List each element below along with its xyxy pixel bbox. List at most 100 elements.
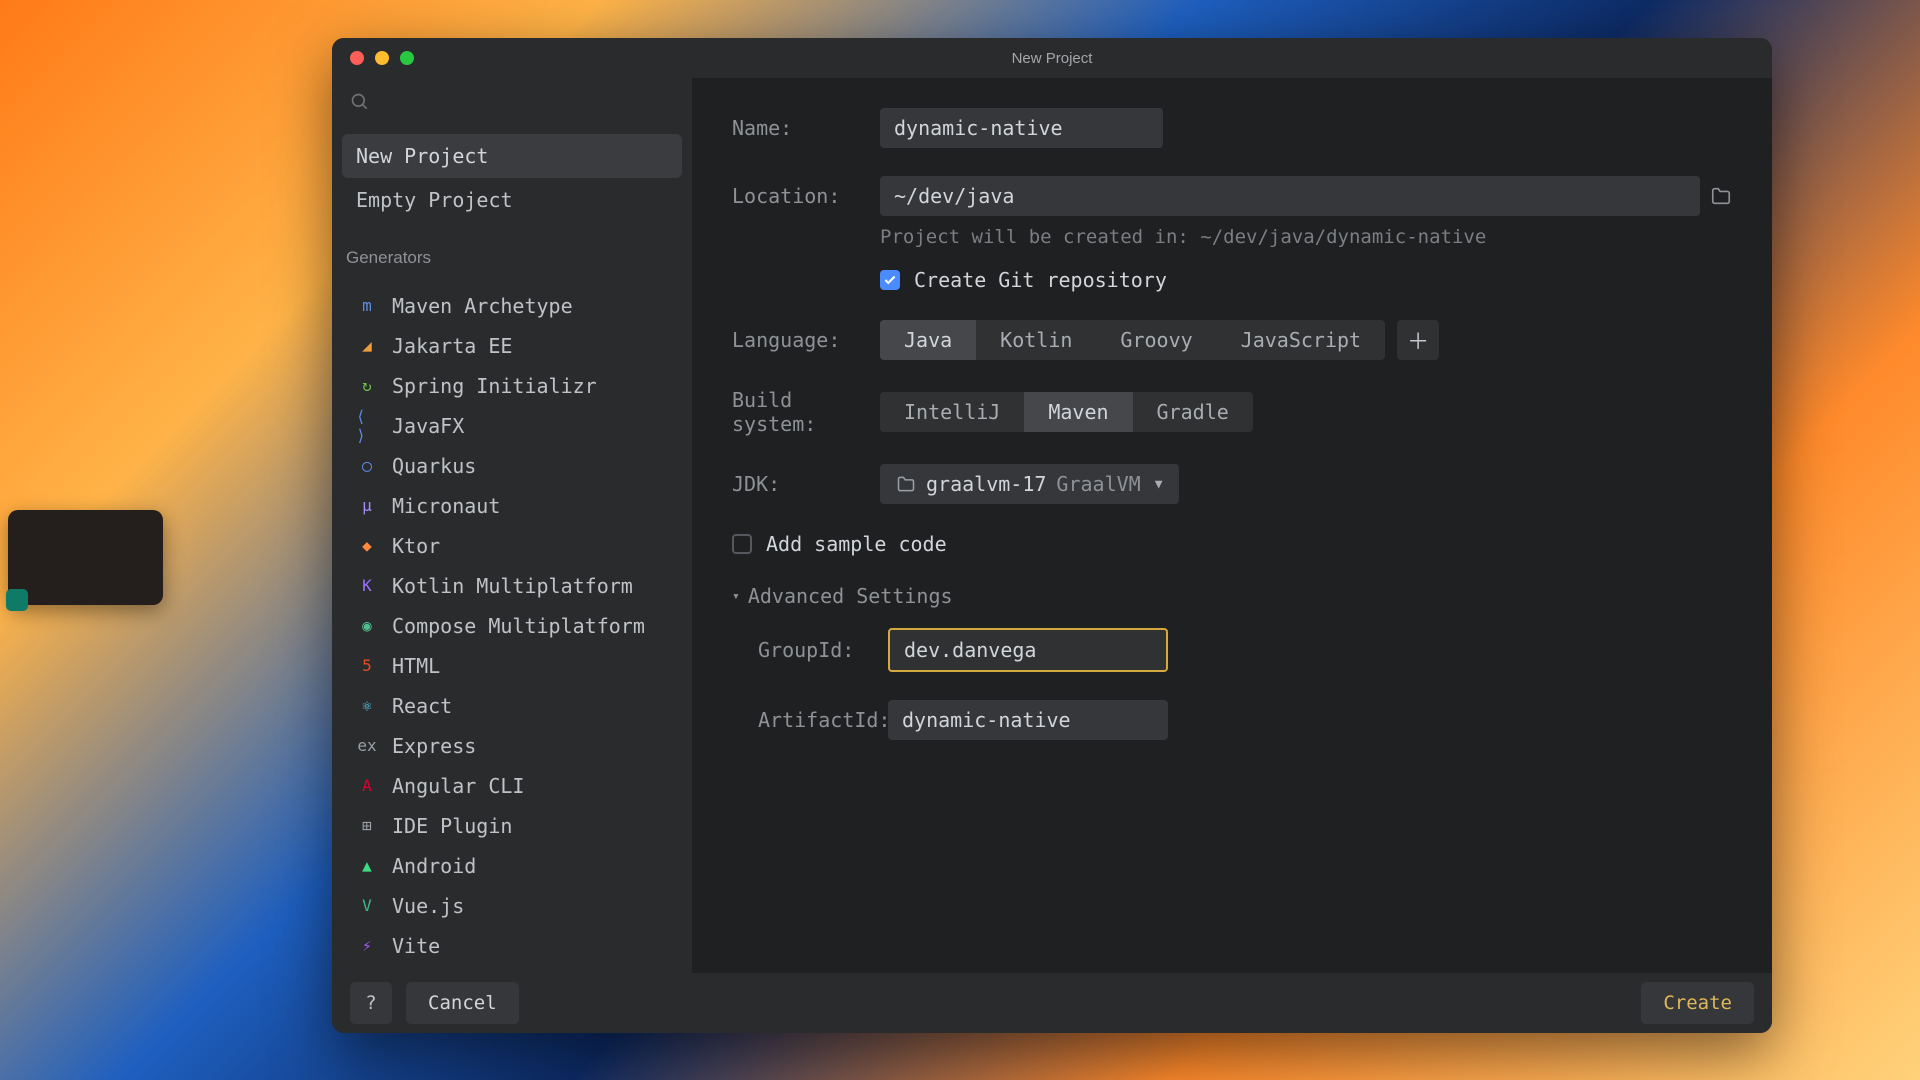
generator-icon: ⟨ ⟩ [356,415,378,437]
generator-icon: ▲ [356,855,378,877]
generator-icon: ⚛ [356,695,378,717]
build-label: Build system: [732,388,880,436]
generator-icon: μ [356,495,378,517]
generator-label: Vue.js [392,894,464,918]
segment-option[interactable]: Maven [1024,392,1132,432]
generator-item[interactable]: ⚡Vite [342,926,682,966]
generators-header: Generators [332,230,692,278]
location-label: Location: [732,184,880,208]
dialog-footer: ? Cancel Create [332,973,1772,1033]
generator-item[interactable]: ex Express [342,726,682,766]
sidebar-search[interactable] [332,78,692,126]
jdk-value: graalvm-17 [926,472,1046,496]
sample-checkbox[interactable] [732,534,752,554]
generator-label: React [392,694,452,718]
segment-option[interactable]: Groovy [1096,320,1216,360]
artifact-id-label: ArtifactId: [758,708,888,732]
git-label: Create Git repository [914,268,1167,292]
minimize-dot[interactable] [375,51,389,65]
sample-label: Add sample code [766,532,947,556]
generator-icon: ⚡ [356,935,378,957]
generator-label: HTML [392,654,440,678]
advanced-settings-toggle[interactable]: ▾ Advanced Settings [732,584,953,608]
segment-option[interactable]: JavaScript [1217,320,1385,360]
generator-icon: A [356,775,378,797]
search-icon [350,92,370,112]
help-button[interactable]: ? [350,982,392,1024]
titlebar: New Project [332,38,1772,78]
generator-label: IDE Plugin [392,814,512,838]
generator-label: Android [392,854,476,878]
name-label: Name: [732,116,880,140]
generator-label: Kotlin Multiplatform [392,574,633,598]
generator-label: Compose Multiplatform [392,614,645,638]
git-checkbox-row[interactable]: Create Git repository [880,268,1732,292]
generator-item[interactable]: mMaven Archetype [342,286,682,326]
segment-option[interactable]: Gradle [1133,392,1253,432]
name-input[interactable] [880,108,1163,148]
generator-icon: V [356,895,378,917]
generator-label: Jakarta EE [392,334,512,358]
generator-item[interactable]: ⟨ ⟩ JavaFX [342,406,682,446]
generator-icon: 5 [356,655,378,677]
generator-item[interactable]: KKotlin Multiplatform [342,566,682,606]
segment-option[interactable]: Kotlin [976,320,1096,360]
language-segmented: JavaKotlinGroovyJavaScript [880,320,1385,360]
artifact-id-input[interactable] [888,700,1168,740]
generator-item[interactable]: V Vue.js [342,886,682,926]
generator-item[interactable]: ⊞ IDE Plugin [342,806,682,846]
generator-item[interactable]: ▲ Android [342,846,682,886]
segment-option[interactable]: Java [880,320,976,360]
build-segmented: IntelliJMavenGradle [880,392,1253,432]
git-checkbox[interactable] [880,270,900,290]
generator-item[interactable]: ◯ Quarkus [342,446,682,486]
generator-icon: ex [356,735,378,757]
traffic-lights [350,51,414,65]
generator-icon: m [356,295,378,317]
group-id-input[interactable] [888,628,1168,672]
cancel-button[interactable]: Cancel [406,982,519,1024]
add-language-button[interactable]: ＋ [1397,320,1439,360]
sidebar: New ProjectEmpty Project Generators mMav… [332,78,692,973]
generator-item[interactable]: μ Micronaut [342,486,682,526]
generator-item[interactable]: ◢ Jakarta EE [342,326,682,366]
generator-icon: ↻ [356,375,378,397]
project-type-item[interactable]: Empty Project [342,178,682,222]
generator-icon: ◆ [356,535,378,557]
location-hint: Project will be created in: ~/dev/java/d… [880,226,1732,248]
generator-icon: ◯ [356,455,378,477]
generator-item[interactable]: AAngular CLI [342,766,682,806]
chevron-down-icon: ▾ [732,589,740,604]
zoom-dot[interactable] [400,51,414,65]
jdk-label: JDK: [732,472,880,496]
generator-icon: ⊞ [356,815,378,837]
browse-folder-button[interactable] [1710,185,1732,207]
generator-label: Micronaut [392,494,500,518]
jdk-dropdown[interactable]: graalvm-17 GraalVM ▼ [880,464,1179,504]
chevron-down-icon: ▼ [1155,477,1163,492]
generator-label: Quarkus [392,454,476,478]
generator-item[interactable]: ◉ Compose Multiplatform [342,606,682,646]
language-label: Language: [732,328,880,352]
check-icon [883,273,897,287]
generator-icon: ◉ [356,615,378,637]
generator-item[interactable]: ⚛ React [342,686,682,726]
generator-item[interactable]: 5 HTML [342,646,682,686]
main-form: Name: Location: Project will be created … [692,78,1772,973]
group-id-label: GroupId: [758,638,888,662]
generator-icon: ◢ [356,335,378,357]
sample-checkbox-row[interactable]: Add sample code [732,532,1732,556]
jdk-suffix: GraalVM [1056,472,1140,496]
generator-label: Spring Initializr [392,374,597,398]
create-button[interactable]: Create [1641,982,1754,1024]
generator-label: JavaFX [392,414,464,438]
generator-item[interactable]: ◆ Ktor [342,526,682,566]
location-input[interactable] [880,176,1700,216]
generator-item[interactable]: ↻ Spring Initializr [342,366,682,406]
project-type-item[interactable]: New Project [342,134,682,178]
generator-label: Ktor [392,534,440,558]
generator-label: Express [392,734,476,758]
close-dot[interactable] [350,51,364,65]
new-project-dialog: New Project New ProjectEmpty Project Gen… [332,38,1772,1033]
segment-option[interactable]: IntelliJ [880,392,1024,432]
